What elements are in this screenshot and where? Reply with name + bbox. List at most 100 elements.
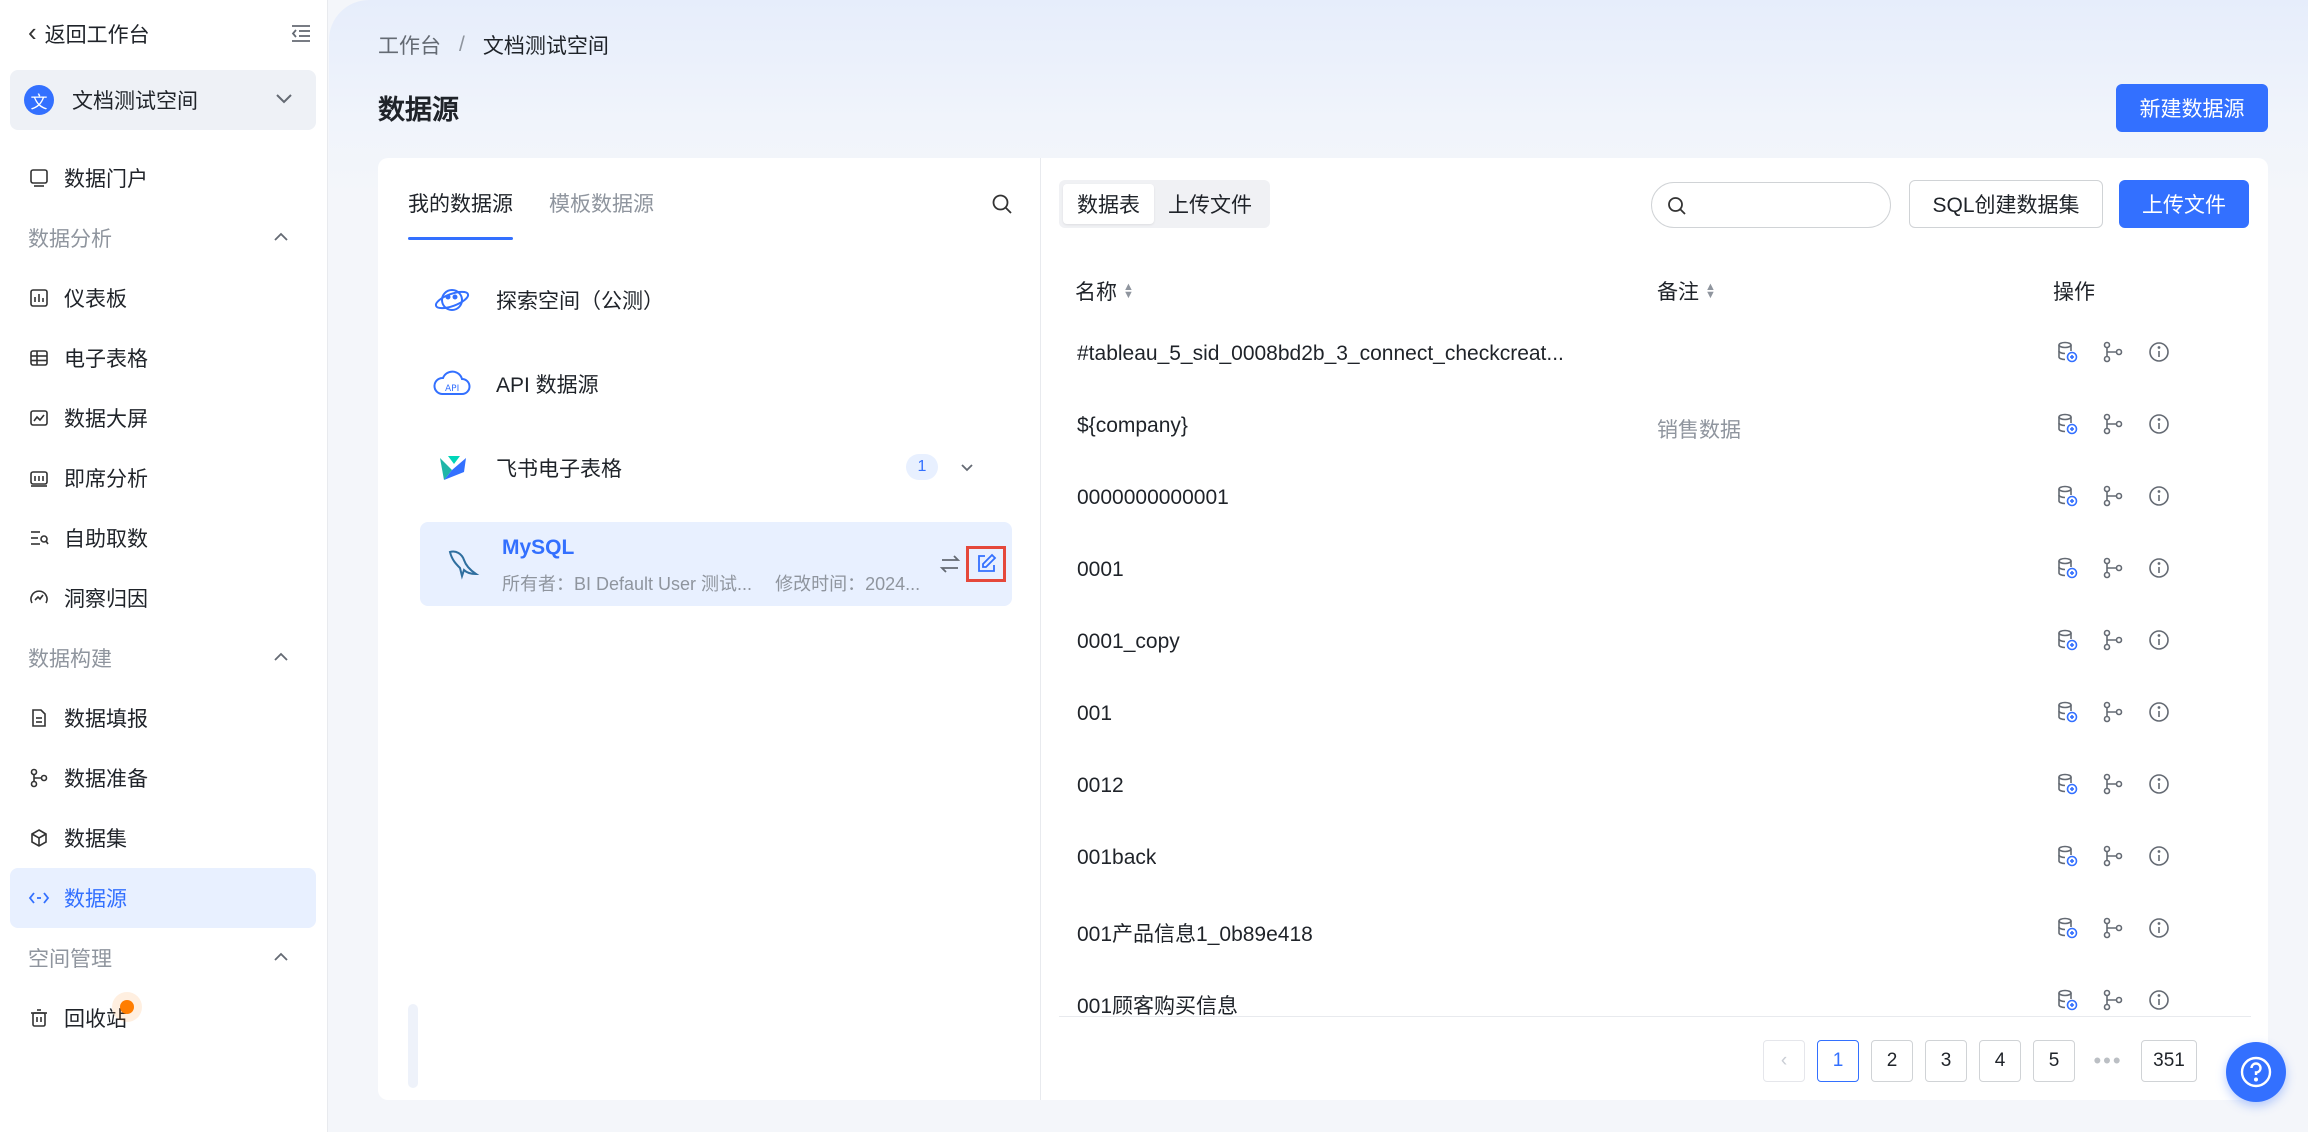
table-search[interactable] [1651, 182, 1891, 228]
page-1[interactable]: 1 [1817, 1040, 1859, 1082]
new-datasource-button[interactable]: 新建数据源 [2116, 84, 2268, 132]
chevron-down-icon[interactable] [958, 458, 976, 476]
sidebar-group-analysis[interactable]: 数据分析 [10, 208, 316, 268]
sidebar-item-spreadsheet[interactable]: 电子表格 [10, 328, 316, 388]
datasource-item-mysql[interactable]: MySQL 所有者：BI Default User 测试... 修改时间：202… [420, 522, 1012, 606]
prev-page-button[interactable]: ‹ [1763, 1040, 1805, 1082]
table-name-cell[interactable]: 001back [1077, 846, 1156, 870]
sidebar-item-data-portal[interactable]: 数据门户 [10, 148, 316, 208]
lineage-icon[interactable] [2101, 412, 2125, 436]
add-to-dataset-icon[interactable] [2055, 412, 2079, 436]
table-header: 名称 ▲ ▼ 备注 ▲ ▼ 操作 [1075, 276, 2255, 316]
column-remark[interactable]: 备注 ▲ ▼ [1657, 276, 1716, 306]
lineage-icon[interactable] [2101, 772, 2125, 796]
table-name-cell[interactable]: 001产品信息1_0b89e418 [1077, 918, 1313, 948]
sidebar-group-build[interactable]: 数据构建 [10, 628, 316, 688]
lineage-icon[interactable] [2101, 484, 2125, 508]
table-row[interactable]: 0012 [1041, 752, 2269, 824]
lineage-icon[interactable] [2101, 628, 2125, 652]
info-icon[interactable] [2147, 412, 2171, 436]
page-ellipsis[interactable]: ••• [2087, 1048, 2129, 1074]
lineage-icon[interactable] [2101, 916, 2125, 940]
table-name-cell[interactable]: 0012 [1077, 774, 1124, 798]
tab-my-datasources[interactable]: 我的数据源 [408, 188, 513, 240]
add-to-dataset-icon[interactable] [2055, 988, 2079, 1012]
info-icon[interactable] [2147, 988, 2171, 1012]
page-2[interactable]: 2 [1871, 1040, 1913, 1082]
collapse-sidebar-icon[interactable] [290, 22, 312, 44]
tab-data-tables[interactable]: 数据表 [1063, 184, 1154, 224]
info-icon[interactable] [2147, 484, 2171, 508]
add-to-dataset-icon[interactable] [2055, 772, 2079, 796]
sidebar-item-recycle-bin[interactable]: 回收站 [10, 988, 316, 1048]
table-name-cell[interactable]: ${company} [1077, 414, 1188, 438]
add-to-dataset-icon[interactable] [2055, 700, 2079, 724]
lineage-icon[interactable] [2101, 556, 2125, 580]
page-5[interactable]: 5 [2033, 1040, 2075, 1082]
page-4[interactable]: 4 [1979, 1040, 2021, 1082]
datasource-item-feishu-sheet[interactable]: 飞书电子表格 1 [420, 426, 1012, 510]
sidebar-item-big-screen[interactable]: 数据大屏 [10, 388, 316, 448]
lineage-icon[interactable] [2101, 988, 2125, 1012]
back-to-workbench[interactable]: ‹ 返回工作台 [28, 14, 312, 54]
search-input[interactable] [1698, 191, 1878, 219]
table-row[interactable]: 0000000000001 [1041, 464, 2269, 536]
sidebar-item-dataset[interactable]: 数据集 [10, 808, 316, 868]
sidebar-item-data-prep[interactable]: 数据准备 [10, 748, 316, 808]
page-3[interactable]: 3 [1925, 1040, 1967, 1082]
lineage-icon[interactable] [2101, 844, 2125, 868]
sidebar-item-adhoc[interactable]: 即席分析 [10, 448, 316, 508]
lineage-icon[interactable] [2101, 340, 2125, 364]
spreadsheet-icon [28, 347, 50, 369]
table-name-cell[interactable]: 0001 [1077, 558, 1124, 582]
tab-template-datasources[interactable]: 模板数据源 [549, 188, 654, 240]
table-name-cell[interactable]: 0001_copy [1077, 630, 1180, 654]
datasource-item-api[interactable]: API API 数据源 [420, 342, 1012, 426]
sidebar-item-data-entry[interactable]: 数据填报 [10, 688, 316, 748]
breadcrumb: 工作台 / 文档测试空间 [378, 30, 609, 60]
search-icon[interactable] [990, 192, 1014, 216]
info-icon[interactable] [2147, 772, 2171, 796]
info-icon[interactable] [2147, 916, 2171, 940]
sidebar-item-self-service[interactable]: 自助取数 [10, 508, 316, 568]
sidebar-group-space-admin[interactable]: 空间管理 [10, 928, 316, 988]
sidebar-item-dashboard[interactable]: 仪表板 [10, 268, 316, 328]
info-icon[interactable] [2147, 556, 2171, 580]
sidebar-item-insight[interactable]: 洞察归因 [10, 568, 316, 628]
add-to-dataset-icon[interactable] [2055, 916, 2079, 940]
table-row[interactable]: 0001 [1041, 536, 2269, 608]
add-to-dataset-icon[interactable] [2055, 484, 2079, 508]
upload-file-button[interactable]: 上传文件 [2119, 180, 2249, 228]
page-last[interactable]: 351 [2141, 1040, 2197, 1082]
column-name[interactable]: 名称 ▲ ▼ [1075, 276, 1134, 306]
add-to-dataset-icon[interactable] [2055, 556, 2079, 580]
edit-datasource-button[interactable] [966, 546, 1006, 582]
tab-uploaded-files[interactable]: 上传文件 [1154, 184, 1266, 224]
space-selector[interactable]: 文 文档测试空间 [10, 70, 316, 130]
info-icon[interactable] [2147, 628, 2171, 652]
table-name-cell[interactable]: 0000000000001 [1077, 486, 1229, 510]
table-row[interactable]: 001顾客购买信息 [1041, 968, 2269, 1040]
help-button[interactable] [2226, 1042, 2286, 1102]
switch-icon[interactable] [938, 552, 962, 576]
info-icon[interactable] [2147, 700, 2171, 724]
table-row[interactable]: ${company} 销售数据 [1041, 392, 2269, 464]
table-name-cell[interactable]: #tableau_5_sid_0008bd2b_3_connect_checkc… [1077, 342, 1564, 366]
table-name-cell[interactable]: 001 [1077, 702, 1112, 726]
table-row[interactable]: 001产品信息1_0b89e418 [1041, 896, 2269, 968]
datasource-item-explore[interactable]: 探索空间（公测） [420, 258, 1012, 342]
breadcrumb-workbench[interactable]: 工作台 [378, 30, 441, 60]
table-row[interactable]: 001 [1041, 680, 2269, 752]
info-icon[interactable] [2147, 340, 2171, 364]
add-to-dataset-icon[interactable] [2055, 340, 2079, 364]
table-row[interactable]: 001back [1041, 824, 2269, 896]
sidebar-item-datasource[interactable]: 数据源 [10, 868, 316, 928]
info-icon[interactable] [2147, 844, 2171, 868]
add-to-dataset-icon[interactable] [2055, 628, 2079, 652]
table-row[interactable]: 0001_copy [1041, 608, 2269, 680]
sql-create-dataset-button[interactable]: SQL创建数据集 [1909, 180, 2103, 228]
scrollbar[interactable] [408, 1004, 418, 1088]
lineage-icon[interactable] [2101, 700, 2125, 724]
table-row[interactable]: #tableau_5_sid_0008bd2b_3_connect_checkc… [1041, 320, 2269, 392]
add-to-dataset-icon[interactable] [2055, 844, 2079, 868]
